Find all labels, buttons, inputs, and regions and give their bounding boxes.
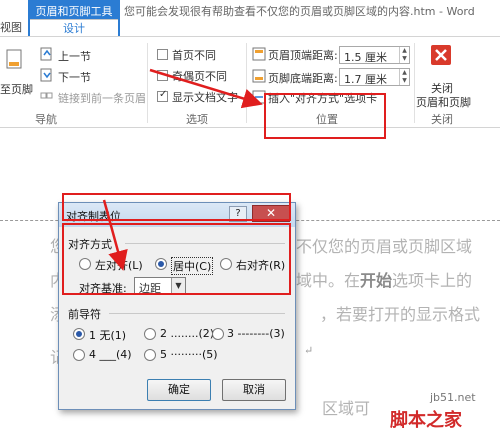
watermark: jb51.net 脚本之家 bbox=[378, 388, 500, 431]
watermark-url: jb51.net bbox=[430, 391, 476, 404]
watermark-logo-text: 脚本之家 bbox=[390, 410, 462, 431]
annotation-arrow bbox=[102, 199, 128, 271]
annotation-arrows bbox=[102, 68, 263, 271]
annotation-arrow bbox=[149, 68, 263, 109]
